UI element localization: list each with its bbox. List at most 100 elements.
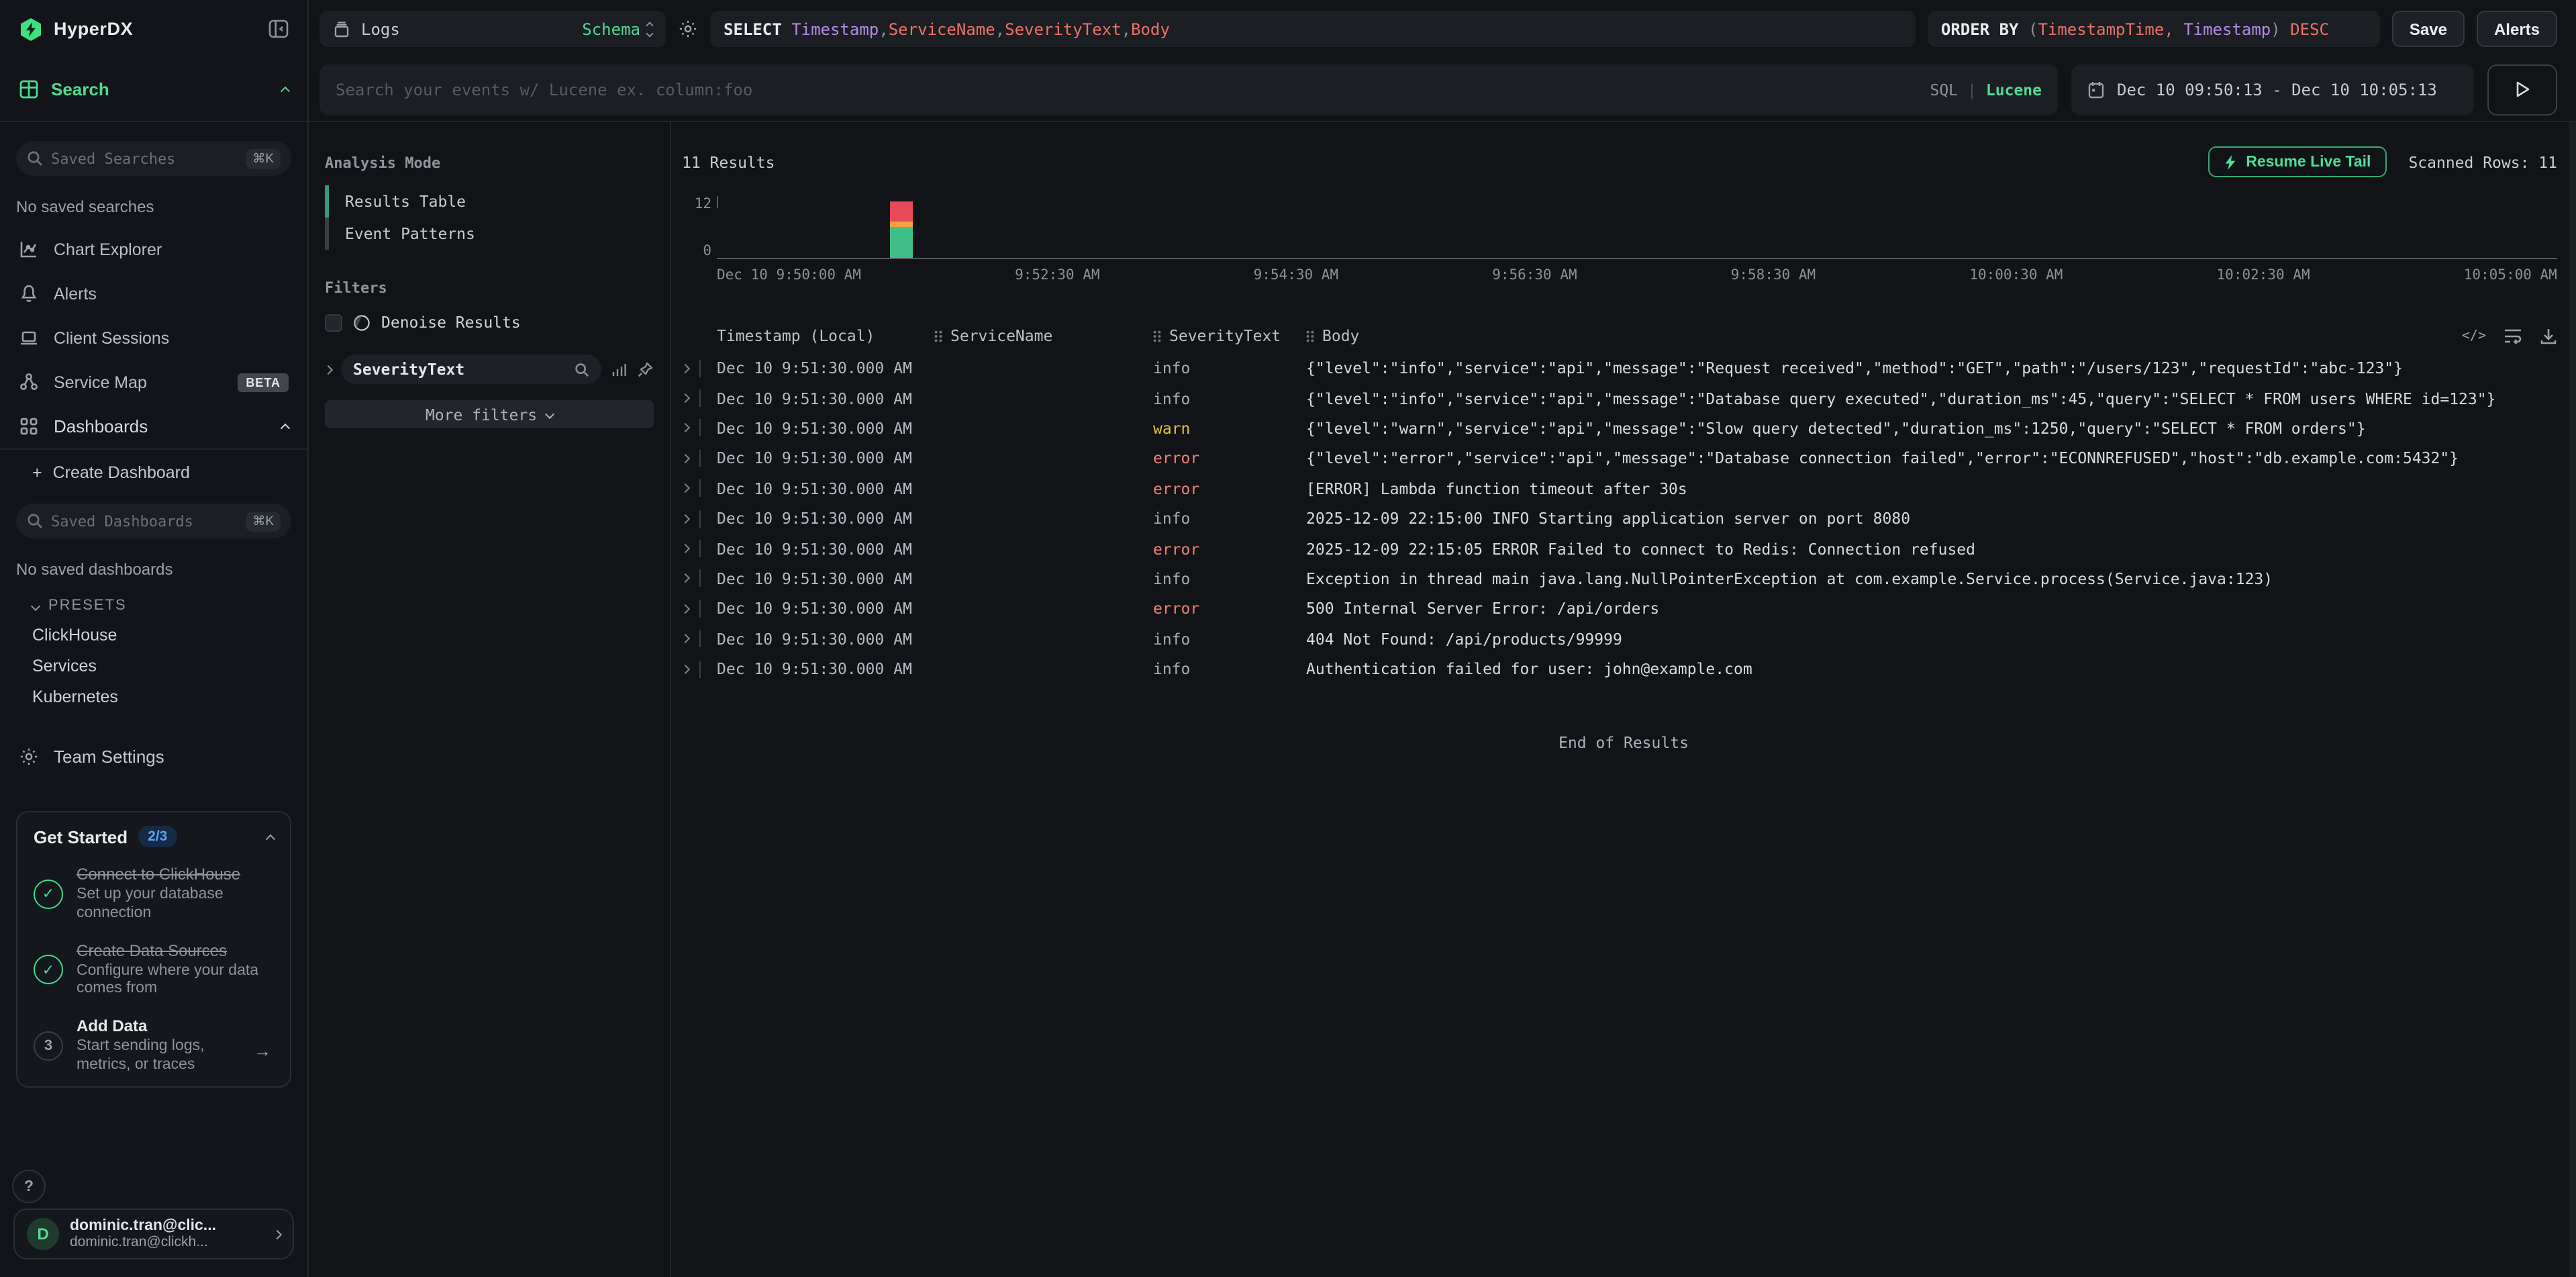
sidebar-item-service-map[interactable]: Service Map BETA [0,360,307,404]
help-button[interactable]: ? [12,1170,46,1203]
cell-body: {"level":"info","service":"api","message… [1306,359,2557,377]
mode-results-table[interactable]: Results Table [325,185,654,218]
preset-clickhouse[interactable]: ClickHouse [0,619,307,650]
get-started-title: Get Started [34,826,128,847]
lucene-mode-toggle[interactable]: Lucene [1986,80,2042,99]
table-row[interactable]: Dec 10 9:51:30.000 AM info 404 Not Found… [682,624,2557,654]
collapse-sidebar-icon[interactable] [268,19,289,39]
comma: , [995,19,1005,38]
column-header-timestamp[interactable]: Timestamp (Local) [717,326,934,345]
table-row[interactable]: Dec 10 9:51:30.000 AM warn {"level":"war… [682,414,2557,444]
preset-kubernetes[interactable]: Kubernetes [0,681,307,712]
denoise-checkbox[interactable] [325,314,342,331]
sql-mode-toggle[interactable]: SQL [1930,80,1958,99]
x-tick: 9:54:30 AM [1254,267,1338,283]
column-token: SeverityText [1005,19,1121,38]
get-started-item-sources[interactable]: ✓ Create Data Sources Configure where yo… [34,941,274,999]
get-started-item-add-data[interactable]: 3 Add Data Start sending logs, metrics, … [34,1016,274,1075]
create-dashboard-button[interactable]: + Create Dashboard [0,450,307,495]
chevron-right-icon[interactable] [324,365,333,374]
saved-searches-input[interactable] [51,150,238,167]
expand-row-icon[interactable] [681,604,690,614]
drag-handle-icon[interactable] [1153,330,1161,342]
mode-event-patterns[interactable]: Event Patterns [325,218,654,250]
presets-toggle[interactable]: PRESETS [32,598,307,614]
expand-row-icon[interactable] [681,544,690,553]
beta-badge: BETA [238,373,289,391]
expand-row-icon[interactable] [681,664,690,673]
bar-segment-warn [890,222,913,227]
get-started-item-title: Add Data [77,1016,274,1037]
expand-row-icon[interactable] [681,483,690,493]
chevron-up-icon[interactable] [281,424,290,433]
date-range-picker[interactable]: Dec 10 09:50:13 - Dec 10 10:05:13 [2071,64,2474,115]
alerts-button[interactable]: Alerts [2477,11,2557,47]
expand-row-icon[interactable] [681,574,690,583]
stacked-bar[interactable] [890,201,913,258]
service-map-icon [19,372,39,392]
column-token: ServiceName [889,19,995,38]
drag-handle-icon[interactable] [934,330,942,342]
expand-row-icon[interactable] [681,514,690,523]
drag-handle-icon[interactable] [1306,330,1314,342]
table-row[interactable]: Dec 10 9:51:30.000 AM info 2025-12-09 22… [682,504,2557,534]
table-row[interactable]: Dec 10 9:51:30.000 AM info {"level":"inf… [682,383,2557,414]
expand-row-icon[interactable] [681,634,690,643]
cell-severity: warn [1153,419,1306,438]
vertical-scrollbar[interactable] [2569,122,2576,1277]
table-row[interactable]: Dec 10 9:51:30.000 AM info Exception in … [682,563,2557,594]
table-row[interactable]: Dec 10 9:51:30.000 AM info Authenticatio… [682,654,2557,684]
schema-toggle[interactable]: Schema [582,19,652,38]
resume-live-tail-button[interactable]: Resume Live Tail [2208,146,2387,177]
denoise-results-toggle[interactable]: Denoise Results [325,313,654,332]
column-header-severitytext[interactable]: SeverityText [1153,326,1306,345]
expand-row-icon[interactable] [681,424,690,433]
user-menu[interactable]: D dominic.tran@clic... dominic.tran@clic… [13,1209,294,1260]
source-settings-gear-icon[interactable] [678,19,698,39]
select-columns-input[interactable]: SELECT Timestamp,ServiceName,SeverityTex… [710,11,1916,47]
table-row[interactable]: Dec 10 9:51:30.000 AM error [ERROR] Lamb… [682,473,2557,504]
cell-body: Exception in thread main java.lang.NullP… [1306,569,2557,588]
preset-services[interactable]: Services [0,650,307,681]
histogram-plot[interactable] [717,196,2557,259]
sidebar-item-dashboards[interactable]: Dashboards [0,404,307,450]
column-header-servicename[interactable]: ServiceName [934,326,1153,345]
expand-row-icon[interactable] [681,454,690,463]
save-button[interactable]: Save [2392,11,2465,47]
cell-timestamp: Dec 10 9:51:30.000 AM [717,419,934,438]
source-select[interactable]: Logs Schema [319,11,666,47]
sidebar-item-alerts[interactable]: Alerts [0,271,307,316]
saved-dashboards-box[interactable]: ⌘K [16,504,291,538]
bar-chart-icon[interactable] [611,361,627,377]
cell-timestamp: Dec 10 9:51:30.000 AM [717,539,934,558]
sidebar-item-client-sessions[interactable]: Client Sessions [0,316,307,360]
table-row[interactable]: Dec 10 9:51:30.000 AM info {"level":"inf… [682,353,2557,383]
saved-dashboards-input[interactable] [51,512,238,530]
sidebar-item-search[interactable]: Search [0,58,307,122]
sidebar-item-team-settings[interactable]: Team Settings [0,733,307,779]
get-started-item-connect[interactable]: ✓ Connect to ClickHouse Set up your data… [34,865,274,923]
event-search-box[interactable]: SQL | Lucene [319,64,2058,115]
chevron-up-icon[interactable] [266,834,275,843]
sidebar-item-chart-explorer[interactable]: Chart Explorer [0,227,307,271]
more-filters-button[interactable]: More filters [325,400,654,428]
order-by-input[interactable]: ORDER BY (TimestampTime, Timestamp) DESC [1928,11,2380,47]
chevron-up-icon[interactable] [281,87,290,96]
download-icon[interactable] [2540,327,2557,344]
table-row[interactable]: Dec 10 9:51:30.000 AM error 500 Internal… [682,594,2557,624]
expand-row-icon[interactable] [681,393,690,403]
saved-searches-box[interactable]: ⌘K [16,141,291,176]
table-row[interactable]: Dec 10 9:51:30.000 AM error 2025-12-09 2… [682,534,2557,564]
event-search-input[interactable] [336,80,1919,99]
sidebar-item-label: Alerts [54,284,97,303]
expand-row-icon[interactable] [681,363,690,373]
table-row[interactable]: Dec 10 9:51:30.000 AM error {"level":"er… [682,443,2557,473]
severity-filter-pill[interactable]: SeverityText [341,354,601,384]
wrap-text-icon[interactable] [2504,328,2522,344]
pin-icon[interactable] [636,361,654,378]
column-header-body[interactable]: Body [1306,326,2557,345]
search-icon[interactable] [575,362,589,377]
code-view-icon[interactable]: </> [2462,328,2486,343]
cell-body: 2025-12-09 22:15:05 ERROR Failed to conn… [1306,539,2557,558]
run-query-button[interactable] [2487,64,2557,115]
